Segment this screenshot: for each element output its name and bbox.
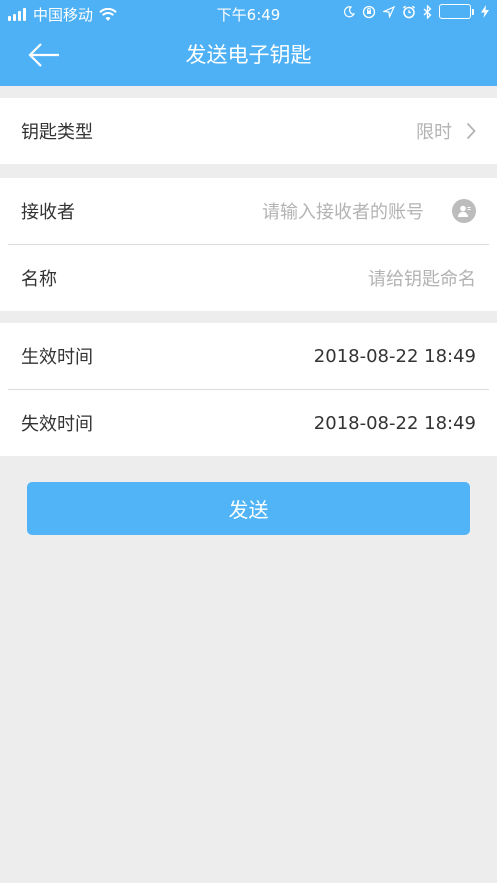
key-type-selector[interactable]: 限时 [416, 118, 476, 144]
key-type-card: 钥匙类型 限时 [0, 98, 497, 164]
end-time-value[interactable]: 2018-08-22 18:49 [314, 413, 476, 434]
status-right [336, 4, 489, 19]
name-row: 名称 请给钥匙命名 [0, 245, 497, 311]
key-type-value: 限时 [416, 122, 452, 143]
moon-icon [343, 5, 355, 18]
end-time-row[interactable]: 失效时间 2018-08-22 18:49 [0, 390, 497, 456]
time-card: 生效时间 2018-08-22 18:49 失效时间 2018-08-22 18… [0, 323, 497, 456]
status-bar: 中国移动 下午6:49 [0, 0, 497, 28]
alarm-icon [402, 5, 416, 19]
key-type-row[interactable]: 钥匙类型 限时 [0, 98, 497, 164]
send-button[interactable]: 发送 [27, 482, 470, 535]
start-time-row[interactable]: 生效时间 2018-08-22 18:49 [0, 323, 497, 389]
end-time-label: 失效时间 [21, 414, 93, 435]
receiver-input[interactable]: 请输入接收者的账号 [262, 198, 476, 224]
start-time-label: 生效时间 [21, 347, 93, 368]
name-label: 名称 [21, 269, 57, 290]
battery-icon [439, 4, 474, 19]
app-header: 中国移动 下午6:49 发送电子钥匙 [0, 0, 497, 86]
receiver-label: 接收者 [21, 202, 75, 223]
page-title: 发送电子钥匙 [185, 43, 312, 67]
location-arrow-icon [383, 5, 395, 18]
contact-icon[interactable] [452, 199, 476, 223]
name-placeholder: 请给钥匙命名 [368, 269, 476, 290]
key-type-label: 钥匙类型 [21, 122, 93, 143]
receiver-row: 接收者 请输入接收者的账号 [0, 178, 497, 244]
rotation-lock-icon [362, 5, 376, 19]
receiver-placeholder: 请输入接收者的账号 [262, 202, 424, 223]
bluetooth-icon [423, 4, 432, 19]
charging-bolt-icon [481, 5, 489, 18]
start-time-value[interactable]: 2018-08-22 18:49 [314, 346, 476, 367]
name-input[interactable]: 请给钥匙命名 [368, 265, 476, 291]
chevron-right-icon [466, 122, 476, 140]
receiver-card: 接收者 请输入接收者的账号 名称 请给钥匙命名 [0, 178, 497, 311]
